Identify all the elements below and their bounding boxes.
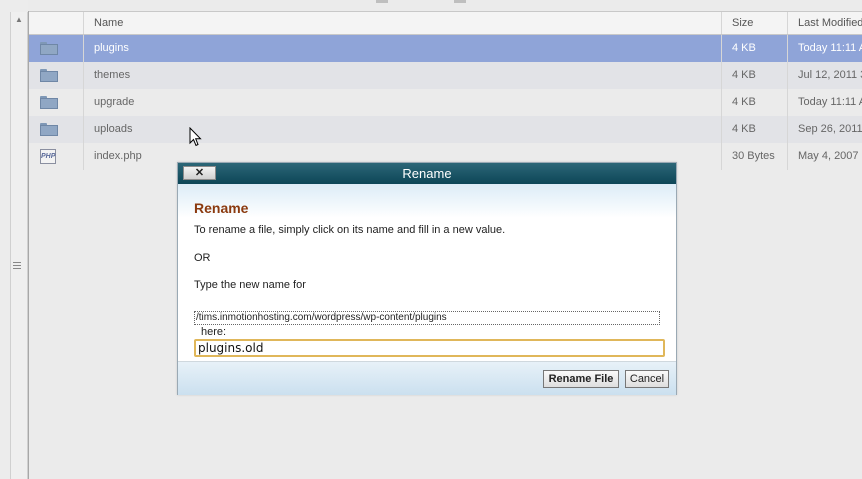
header-last-modified[interactable]: Last Modified bbox=[788, 12, 862, 34]
toolbar-icon[interactable] bbox=[454, 0, 466, 3]
row-icon-cell[interactable] bbox=[29, 35, 84, 62]
folder-icon bbox=[40, 123, 58, 136]
rename-file-button[interactable]: Rename File bbox=[543, 370, 619, 388]
header-name[interactable]: Name bbox=[84, 12, 722, 34]
table-row[interactable]: plugins4 KB Today 11:11 AM bbox=[29, 35, 862, 62]
file-last-modified: Jul 12, 2011 3: bbox=[798, 69, 862, 81]
here-label: here: bbox=[201, 326, 227, 338]
table-row[interactable]: themes4 KB Jul 12, 2011 3: bbox=[29, 62, 862, 89]
file-size: 4 KB bbox=[722, 116, 788, 143]
table-row[interactable]: upgrade4 KB Today 11:11 AM bbox=[29, 89, 862, 116]
table-row[interactable]: uploads 4 KB Sep 26, 2011 bbox=[29, 116, 862, 143]
mouse-cursor-icon bbox=[189, 127, 202, 147]
scroll-up-arrow-icon[interactable]: ▲ bbox=[11, 12, 27, 28]
file-path: /tims.inmotionhosting.com/wordpress/wp-c… bbox=[194, 311, 660, 325]
row-icon-cell[interactable] bbox=[29, 89, 84, 116]
row-icon-cell[interactable]: PHP bbox=[29, 143, 84, 170]
row-icon-cell[interactable] bbox=[29, 116, 84, 143]
toolbar-strip bbox=[28, 0, 862, 11]
dialog-footer: Rename File Cancel bbox=[178, 361, 676, 395]
file-last-modified: May 4, 2007 5 bbox=[798, 150, 862, 162]
rename-dialog: Rename ✕ Rename To rename a file, simply… bbox=[177, 162, 677, 395]
file-size: 4 KB bbox=[722, 89, 788, 116]
file-name[interactable]: themes bbox=[84, 62, 722, 89]
file-size: 4 KB bbox=[722, 62, 788, 89]
resize-grip-icon[interactable] bbox=[13, 262, 21, 271]
file-last-modified: Sep 26, 2011 bbox=[798, 123, 862, 135]
folder-icon bbox=[40, 69, 58, 82]
header-icon-column[interactable] bbox=[29, 12, 84, 34]
file-last-modified: Today 11:11 AM bbox=[798, 96, 862, 108]
php-file-icon: PHP bbox=[40, 149, 56, 164]
folder-icon bbox=[40, 96, 58, 109]
cancel-button[interactable]: Cancel bbox=[625, 370, 669, 388]
close-icon[interactable]: ✕ bbox=[183, 166, 216, 180]
left-gutter: ▲ bbox=[0, 0, 29, 479]
rename-instructions: To rename a file, simply click on its na… bbox=[194, 224, 506, 236]
table-header: Name Size Last Modified bbox=[29, 11, 862, 35]
dialog-titlebar[interactable]: Rename bbox=[178, 163, 676, 184]
file-name[interactable]: uploads bbox=[84, 116, 722, 143]
toolbar-icon[interactable] bbox=[376, 0, 388, 3]
folder-icon bbox=[40, 42, 58, 55]
file-size: 4 KB bbox=[722, 35, 788, 62]
dialog-title: Rename bbox=[402, 166, 452, 181]
dialog-body: Rename To rename a file, simply click on… bbox=[178, 184, 676, 361]
file-name[interactable]: plugins bbox=[84, 35, 722, 62]
file-table: Name Size Last Modified plugins 4 KB Today… bbox=[29, 11, 862, 170]
vertical-scrollbar[interactable]: ▲ bbox=[10, 12, 28, 479]
or-text: OR bbox=[194, 252, 211, 264]
row-icon-cell[interactable] bbox=[29, 62, 84, 89]
file-size: 30 Bytes bbox=[722, 143, 788, 170]
table-body: plugins4 KBToday 11:11 AMthemes4 KBJul 1… bbox=[29, 35, 862, 170]
new-name-input[interactable] bbox=[194, 339, 665, 357]
file-last-modified: Today 11:11 AM bbox=[798, 42, 862, 54]
header-size[interactable]: Size bbox=[722, 12, 788, 34]
dialog-heading: Rename bbox=[194, 200, 249, 216]
file-name[interactable]: upgrade bbox=[84, 89, 722, 116]
type-new-name-label: Type the new name for bbox=[194, 279, 306, 291]
